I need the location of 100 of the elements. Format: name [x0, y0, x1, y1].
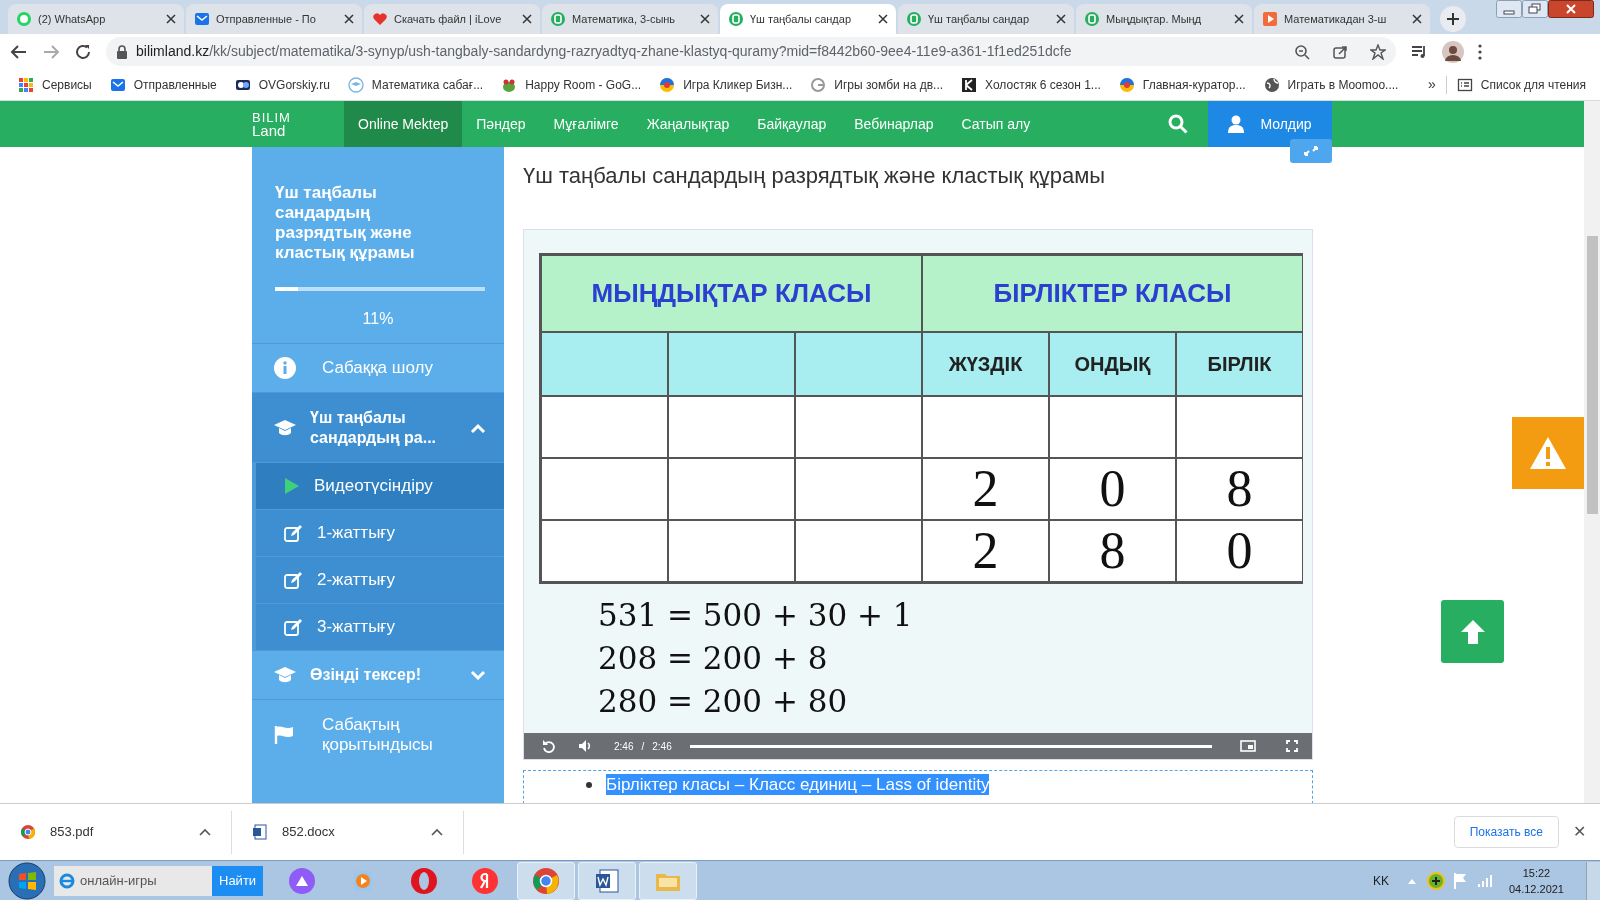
new-tab-icon[interactable]: [1440, 6, 1466, 32]
bookmark-item[interactable]: Главная-куратор...: [1114, 71, 1250, 98]
browser-tab[interactable]: (2) WhatsApp: [8, 4, 184, 34]
language-indicator[interactable]: KK: [1372, 871, 1389, 890]
star-icon[interactable]: [1370, 43, 1386, 60]
tab-title: (2) WhatsApp: [38, 11, 107, 27]
browser-tab[interactable]: Отправленные - По: [186, 4, 362, 34]
close-icon[interactable]: [878, 14, 888, 24]
browser-tab[interactable]: Үш таңбалы сандар: [720, 4, 896, 34]
bookmark-item[interactable]: Игра Кликер Бизн...: [655, 71, 797, 98]
clock-date[interactable]: 04.12.2021: [1508, 880, 1564, 897]
browser-tab[interactable]: Математика, 3-сынь: [542, 4, 718, 34]
apps-icon: [18, 76, 34, 93]
yandex-icon: [471, 866, 500, 895]
close-icon[interactable]: [700, 14, 710, 24]
start-icon[interactable]: [8, 861, 46, 900]
tray-app-icon[interactable]: [1426, 871, 1445, 890]
replay-icon[interactable]: [542, 739, 556, 753]
url-text: bilimland.kz/kk/subject/matematika/3-synyp/ush-tangbaly-sandardyng-razryadtyq-zhane-klastyq-quramy?mid=f8442b60-9ee4-11e9-a361-1f1ed251dcfe: [136, 42, 1073, 61]
more-bookmarks-button[interactable]: »: [1428, 74, 1436, 95]
user-button[interactable]: Молдир: [1208, 101, 1332, 147]
ball-icon: [659, 76, 676, 93]
bookmark-item[interactable]: Игры зомби на дв...: [806, 71, 948, 98]
duration-time: 2:46: [652, 739, 672, 754]
scrollbar[interactable]: [1584, 101, 1600, 803]
table-cell: 0: [1176, 520, 1303, 582]
equation: 280 = 200 + 80: [598, 682, 849, 721]
avatar-icon[interactable]: [1442, 40, 1464, 63]
close-icon[interactable]: [1234, 14, 1244, 24]
bookmark-item[interactable]: Холостяк 6 сезон 1...: [957, 71, 1105, 98]
column-header: БІРЛІК: [1176, 332, 1303, 396]
table-cell: 8: [1049, 520, 1176, 582]
table-cell: 2: [922, 520, 1049, 582]
address-field[interactable]: bilimland.kz/kk/subject/matematika/3-synyp/ush-tangbaly-sandardyng-razryadtyq-zhane-klastyq-quramy?mid=f8442b60-9ee4-11e9-a361-1f1ed251dcfe: [106, 37, 1396, 66]
note-text: Бірліктер класы – Класс единиц – Lass of identity: [606, 774, 990, 795]
browser-tab[interactable]: Математикадан 3-ш: [1254, 4, 1430, 34]
mail-icon: [109, 76, 126, 93]
fullscreen-icon[interactable]: [1290, 139, 1332, 163]
bookmark-item[interactable]: Математика сабағ...: [343, 71, 488, 98]
heart-icon: [372, 11, 388, 27]
nav-link[interactable]: Online Mektep: [344, 101, 463, 147]
table-header: БІРЛІКТЕР КЛАСЫ: [922, 255, 1303, 332]
equation: 531 = 500 + 30 + 1: [598, 596, 914, 635]
lock-icon: [116, 44, 128, 59]
assistant-icon: [288, 866, 317, 895]
user-icon: [1228, 115, 1245, 133]
back-icon[interactable]: [10, 42, 28, 61]
close-icon[interactable]: [1056, 14, 1066, 24]
google-icon: [810, 76, 827, 93]
bookmark-item[interactable]: Отправленные: [105, 71, 221, 98]
show-all-button[interactable]: Показать все: [1453, 816, 1559, 848]
browser-tab[interactable]: Үш таңбалы сандар: [898, 4, 1074, 34]
clock-time[interactable]: 15:22: [1522, 864, 1551, 881]
bullet-icon: [586, 781, 592, 788]
play-icon: [1262, 11, 1278, 27]
edit-icon: [284, 571, 303, 589]
download-item[interactable]: 853.pdf: [0, 810, 232, 854]
reload-icon[interactable]: [74, 42, 92, 61]
sidebar-item[interactable]: Видеотүсіндіру: [252, 462, 504, 509]
close-icon[interactable]: [1412, 14, 1422, 24]
bookmark-item[interactable]: Happy Room - GoG...: [497, 71, 646, 98]
flag-icon: [274, 723, 296, 746]
seek-bar[interactable]: [689, 744, 1212, 748]
warning-icon: [1529, 436, 1567, 470]
chevron-down-icon: [470, 670, 486, 680]
close-icon[interactable]: [344, 14, 354, 24]
browser-tab[interactable]: Скачать файл | iLove: [364, 4, 540, 34]
column-header: ОНДЫҚ: [1049, 332, 1176, 396]
document-icon: [252, 824, 268, 840]
search-icon[interactable]: [1168, 114, 1188, 134]
close-icon[interactable]: [522, 14, 532, 24]
edit-icon: [284, 618, 303, 636]
elapsed-time: 2:46: [614, 739, 634, 754]
search-field[interactable]: онлайн-игры: [54, 865, 212, 896]
scroll-top-button[interactable]: [1441, 600, 1504, 663]
picture-in-picture-icon[interactable]: [1240, 740, 1256, 752]
browser-tab[interactable]: Мыңдықтар. Мыңд: [1076, 4, 1252, 34]
list-icon: [1456, 76, 1473, 93]
download-item[interactable]: 852.docx: [232, 810, 464, 854]
more-icon[interactable]: [1478, 43, 1482, 60]
reading-list-button[interactable]: Список для чтения: [1456, 71, 1586, 98]
taskbar-app[interactable]: [578, 861, 637, 900]
close-button[interactable]: ✕: [1573, 820, 1586, 844]
bookmark-item[interactable]: OVGorskiy.ru: [230, 71, 334, 98]
time-separator: /: [641, 739, 645, 754]
restore-icon[interactable]: [1522, 0, 1548, 18]
tab-title: Үш таңбалы сандар: [750, 11, 852, 27]
bookmark-item[interactable]: Играть в Moomoo....: [1259, 71, 1403, 98]
zoom-icon[interactable]: [1294, 43, 1310, 60]
taskbar-app[interactable]: [517, 861, 576, 900]
close-icon[interactable]: [166, 14, 176, 24]
chrome-icon: [532, 866, 561, 895]
column-header: ЖҮЗДІК: [922, 332, 1049, 396]
equation: 208 = 200 + 8: [598, 639, 829, 678]
document-icon: [593, 866, 622, 895]
close-icon[interactable]: [1548, 0, 1594, 18]
progress-percent: 11%: [361, 309, 395, 329]
bookmark-item[interactable]: Сервисы: [14, 71, 96, 98]
fullscreen-icon[interactable]: [1286, 740, 1298, 752]
share-icon[interactable]: [1332, 43, 1348, 60]
